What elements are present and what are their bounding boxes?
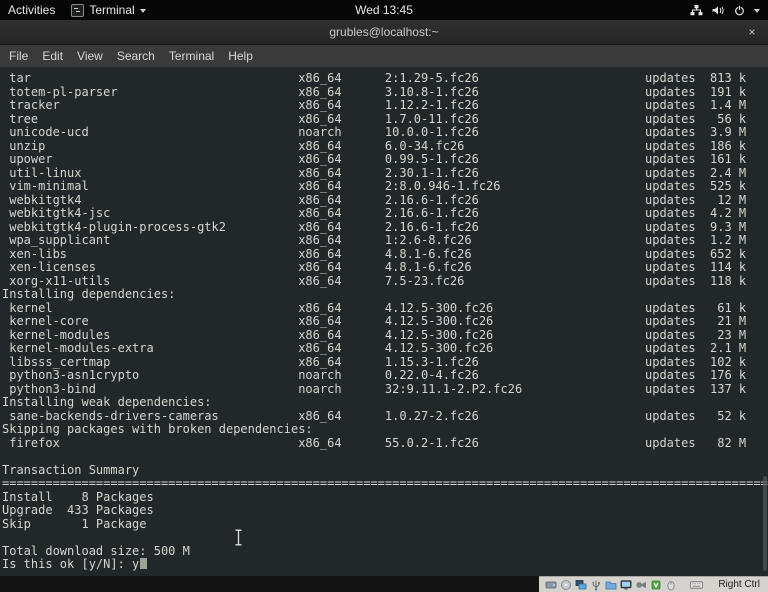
terminal-line: Upgrade 433 Packages (2, 503, 154, 517)
volume-icon (712, 6, 724, 14)
system-status-area[interactable] (690, 0, 760, 20)
mouse-integration-icon[interactable] (665, 579, 677, 591)
recording-icon[interactable] (635, 579, 647, 591)
chevron-down-icon (139, 8, 146, 13)
screen: Activities Terminal Wed 13:45 grubles@lo… (0, 0, 768, 592)
terminal-line: kernel-modules-extra x86_64 4.12.5-300.f… (2, 341, 747, 355)
terminal-line: tar x86_64 2:1.29-5.fc26 updates 813 k (2, 71, 747, 85)
terminal-line: Is this ok [y/N]: y (2, 557, 768, 572)
terminal-line: Installing weak dependencies: (2, 395, 212, 409)
terminal-line: xorg-x11-utils x86_64 7.5-23.fc26 update… (2, 273, 747, 288)
terminal-line: tree x86_64 1.7.0-11.fc26 updates 56 k (2, 111, 747, 126)
hard-disk-icon[interactable] (545, 579, 557, 591)
terminal-line: Transaction Summary (2, 462, 140, 477)
close-icon: × (748, 25, 756, 39)
features-icon[interactable] (650, 579, 662, 591)
optical-disk-icon[interactable] (560, 579, 572, 591)
activities-button[interactable]: Activities (8, 3, 55, 17)
gnome-top-bar: Activities Terminal Wed 13:45 (0, 0, 768, 20)
vm-status-panel: Right Ctrl (539, 576, 768, 592)
terminal-screen[interactable]: tar x86_64 2:1.29-5.fc26 updates 813 k t… (0, 68, 768, 576)
power-icon (735, 5, 744, 15)
menu-file[interactable]: File (2, 45, 35, 67)
terminal-line: Skip 1 Package (2, 516, 147, 531)
text-cursor (140, 558, 148, 569)
terminal-line: util-linux x86_64 2.30.1-1.fc26 updates … (2, 165, 747, 180)
terminal-line: Total download size: 500 M (2, 543, 190, 558)
terminal-line: ========================================… (2, 476, 768, 490)
network-adapter-icon[interactable] (575, 579, 587, 591)
window-title: grubles@localhost:~ (329, 25, 439, 39)
terminal-line: wpa_supplicant x86_64 1:2.6-8.fc26 updat… (2, 233, 747, 247)
terminal-line: Installing dependencies: (2, 287, 176, 301)
terminal-line: kernel-core x86_64 4.12.5-300.fc26 updat… (2, 314, 747, 328)
vm-status-bar: Right Ctrl (0, 576, 768, 592)
terminal-line: unzip x86_64 6.0-34.fc26 updates 186 k (2, 138, 747, 153)
terminal-line: kernel-modules x86_64 4.12.5-300.fc26 up… (2, 327, 747, 342)
top-bar-left: Activities Terminal (8, 3, 146, 17)
terminal-line: sane-backends-drivers-cameras x86_64 1.0… (2, 408, 747, 423)
menu-view[interactable]: View (70, 45, 110, 67)
terminal-line: webkitgtk4-jsc x86_64 2.16.6-1.fc26 upda… (2, 206, 747, 220)
menu-bar: File Edit View Search Terminal Help (0, 45, 768, 68)
terminal-line: vim-minimal x86_64 2:8.0.946-1.fc26 upda… (2, 179, 747, 193)
mouse-cursor-ibeam (235, 529, 242, 546)
terminal-output: tar x86_64 2:1.29-5.fc26 updates 813 k t… (0, 68, 768, 572)
shared-folders-icon[interactable] (605, 579, 617, 591)
terminal-line: Skipping packages with broken dependenci… (2, 422, 313, 436)
terminal-line: xen-libs x86_64 4.8.1-6.fc26 updates 652… (2, 246, 747, 261)
terminal-app-icon (71, 3, 85, 17)
terminal-line: tracker x86_64 1.12.2-1.fc26 updates 1.4… (2, 98, 747, 112)
menu-terminal[interactable]: Terminal (162, 45, 221, 67)
terminal-line: kernel x86_64 4.12.5-300.fc26 updates 61… (2, 300, 747, 315)
terminal-line: webkitgtk4-plugin-process-gtk2 x86_64 2.… (2, 219, 747, 234)
keyboard-icon[interactable] (690, 579, 704, 591)
host-key-label: Right Ctrl (718, 579, 760, 590)
terminal-line: unicode-ucd noarch 10.0.0-1.fc26 updates… (2, 125, 747, 139)
usb-icon[interactable] (590, 579, 602, 591)
terminal-line: python3-asn1crypto noarch 0.22.0-4.fc26 … (2, 368, 747, 382)
terminal-line: python3-bind noarch 32:9.11.1-2.P2.fc26 … (2, 381, 747, 396)
window-title-bar[interactable]: grubles@localhost:~ × (0, 20, 768, 45)
terminal-line: totem-pl-parser x86_64 3.10.8-1.fc26 upd… (2, 84, 747, 99)
terminal-line: xen-licenses x86_64 4.8.1-6.fc26 updates… (2, 260, 747, 274)
close-button[interactable]: × (744, 24, 760, 40)
terminal-line: Install 8 Packages (2, 489, 154, 504)
app-menu-button[interactable]: Terminal (71, 3, 146, 17)
display-icon[interactable] (620, 579, 632, 591)
app-menu-label: Terminal (89, 3, 135, 17)
menu-search[interactable]: Search (110, 45, 162, 67)
terminal-line: firefox x86_64 55.0.2-1.fc26 updates 82 … (2, 435, 747, 450)
terminal-line: webkitgtk4 x86_64 2.16.6-1.fc26 updates … (2, 192, 747, 207)
menu-help[interactable]: Help (221, 45, 260, 67)
menu-edit[interactable]: Edit (35, 45, 70, 67)
terminal-line: upower x86_64 0.99.5-1.fc26 updates 161 … (2, 152, 747, 166)
clock[interactable]: Wed 13:45 (355, 0, 413, 20)
terminal-line: libsss_certmap x86_64 1.15.3-1.fc26 upda… (2, 354, 747, 369)
network-icon (690, 4, 703, 15)
scrollbar-thumb[interactable] (763, 476, 767, 571)
chevron-down-icon (754, 8, 760, 13)
